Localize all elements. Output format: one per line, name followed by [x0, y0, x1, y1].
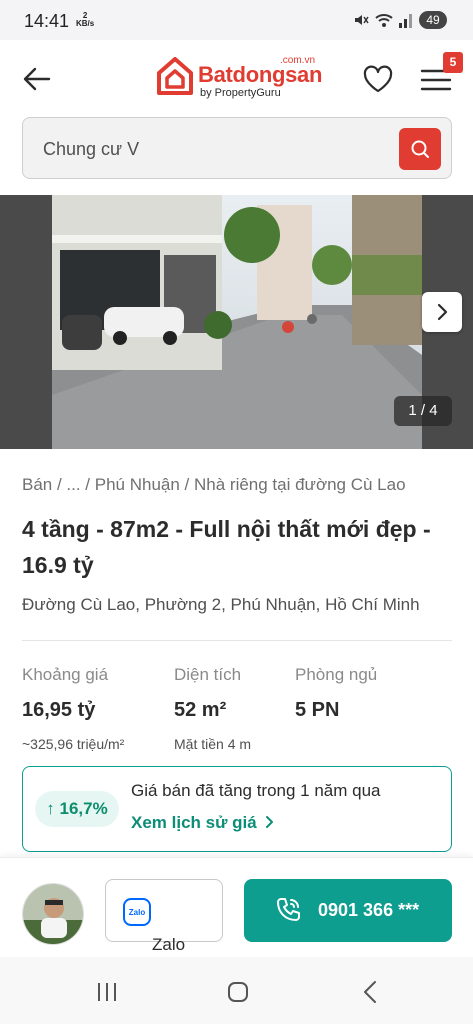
spec-value: 52 m²: [174, 699, 227, 721]
zalo-label: Zalo: [152, 935, 186, 954]
zalo-icon: Zalo: [123, 898, 151, 926]
call-button[interactable]: 0901 366 ***: [244, 879, 452, 942]
divider: [22, 640, 452, 641]
price-trend-card: ↑ 16,7% Giá bán đã tăng trong 1 năm qua …: [22, 766, 452, 852]
status-icons: 49: [353, 9, 447, 31]
recent-apps-icon[interactable]: [92, 977, 122, 1007]
search-icon: [411, 140, 429, 158]
price-change-badge: ↑ 16,7%: [35, 791, 119, 827]
photo-counter: 1 / 4: [394, 396, 452, 426]
spec-sub: Mặt tiền 4 m: [174, 736, 252, 752]
search-input[interactable]: [43, 132, 383, 166]
logo-tld: .com.vn: [280, 55, 316, 66]
search-button[interactable]: [399, 128, 441, 170]
network-speed: 2 KB/s: [76, 12, 94, 28]
price-history-link-label: Xem lịch sử giá: [131, 813, 257, 832]
spec-bedrooms: Phòng ngủ 5 PN: [295, 665, 377, 722]
spec-label: Diện tích: [174, 665, 242, 684]
avatar-image: [23, 884, 83, 944]
chevron-right-icon: [437, 303, 448, 321]
home-icon[interactable]: [223, 977, 253, 1007]
spec-label: Phòng ngủ: [295, 665, 378, 684]
heart-icon[interactable]: [362, 64, 394, 94]
agent-avatar[interactable]: [22, 883, 84, 945]
price-trend-text: Giá bán đã tăng trong 1 năm qua: [131, 781, 381, 800]
logo-subtitle: by PropertyGuru: [200, 87, 281, 99]
spec-label: Khoảng giá: [22, 665, 109, 684]
signal-icon: [399, 14, 412, 28]
spec-value: 16,95 tỷ: [22, 699, 96, 721]
spec-value: 5 PN: [295, 699, 340, 721]
spec-sub: ~325,96 triệu/m²: [22, 736, 125, 752]
app-header: Batdongsan .com.vn by PropertyGuru: [0, 40, 473, 118]
back-nav-icon[interactable]: [356, 977, 386, 1007]
menu-notification-badge: 5: [443, 52, 463, 73]
status-time: 14:41: [24, 11, 70, 31]
listing-title: 4 tầng - 87m2 - Full nội thất mới đẹp - …: [22, 516, 431, 578]
zalo-button[interactable]: Zalo Zalo: [105, 879, 223, 954]
logo-mark-icon: [157, 57, 193, 95]
system-nav-bar: [0, 957, 473, 1024]
phone-icon: [277, 898, 300, 921]
contact-bar: Zalo Zalo 0901 366 ***: [0, 857, 473, 957]
breadcrumb[interactable]: Bán / ... / Phú Nhuận / Nhà riêng tại đư…: [22, 475, 406, 495]
phone-number: 0901 366 ***: [318, 900, 420, 920]
spec-area: Diện tích 52 m² Mặt tiền 4 m: [174, 665, 251, 752]
spec-price: Khoảng giá 16,95 tỷ ~325,96 triệu/m²: [22, 665, 124, 752]
svg-text:Zalo: Zalo: [129, 908, 146, 917]
network-speed-unit: KB/s: [76, 19, 95, 28]
listing-address: Đường Cù Lao, Phường 2, Phú Nhuận, Hồ Ch…: [22, 595, 420, 614]
mute-icon: [355, 15, 369, 25]
search-bar: [22, 117, 452, 179]
price-history-link[interactable]: Xem lịch sử giá: [131, 813, 276, 833]
wifi-icon: [375, 14, 393, 27]
next-photo-button[interactable]: [422, 292, 462, 332]
arrow-left-icon[interactable]: [22, 64, 52, 94]
status-bar: 14:41 2 KB/s 49: [0, 0, 473, 40]
listing-photo[interactable]: [52, 195, 422, 449]
photo-gallery[interactable]: 1 / 4: [0, 195, 473, 449]
battery-indicator: 49: [419, 11, 447, 29]
chevron-right-icon: [266, 816, 274, 828]
batdongsan-logo[interactable]: Batdongsan .com.vn by PropertyGuru: [156, 55, 326, 102]
